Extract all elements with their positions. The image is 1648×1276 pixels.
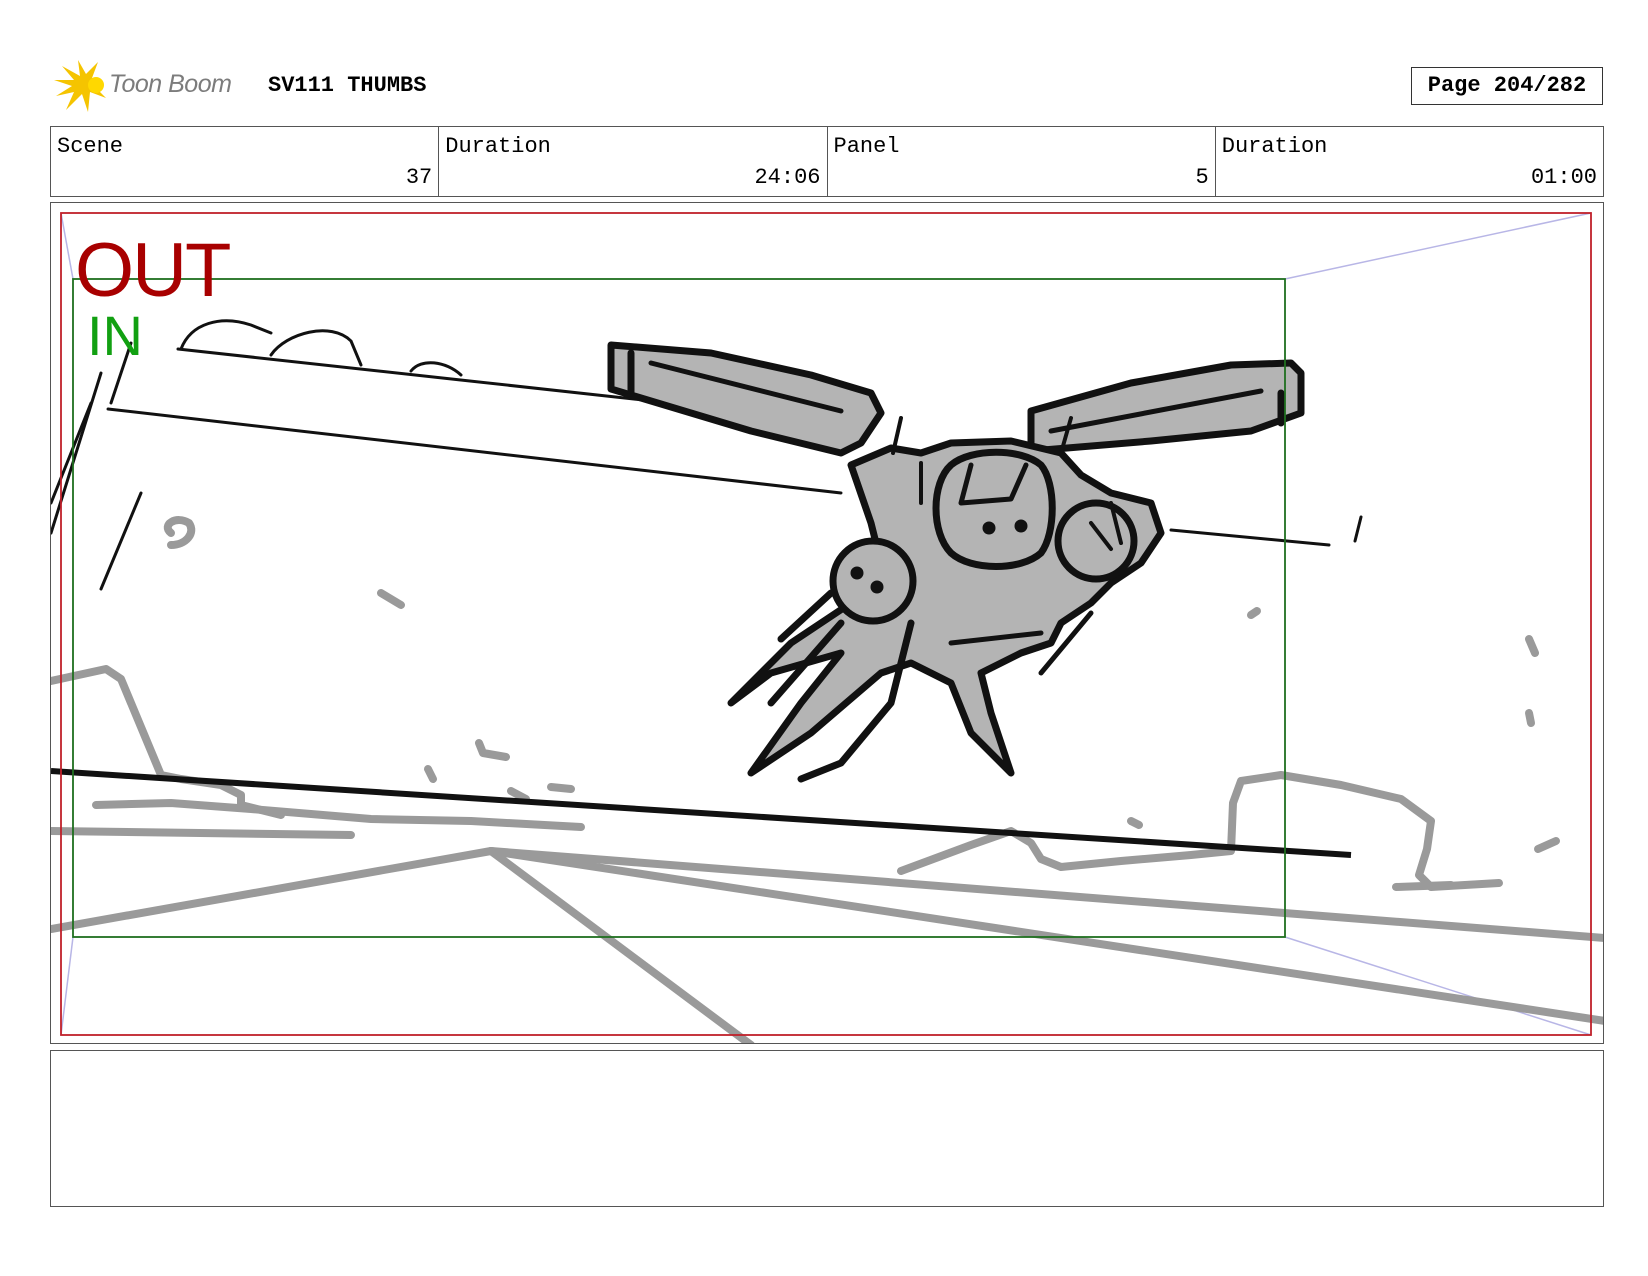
starburst-icon (54, 60, 106, 112)
panel-value: 5 (1195, 165, 1209, 190)
in-frame-label: IN (87, 304, 143, 367)
out-frame-label: OUT (75, 228, 231, 313)
scene-label: Scene (57, 134, 124, 159)
panel-duration-cell: Duration 01:00 (1216, 127, 1603, 196)
project-title: SV111 THUMBS (268, 73, 427, 98)
toon-boom-logo: Toon Boom (52, 58, 252, 114)
panel-duration-label: Duration (1221, 134, 1328, 159)
robot-drone-sketch (607, 341, 1305, 783)
scene-duration-label: Duration (445, 134, 551, 159)
panel-notes-box[interactable] (50, 1050, 1604, 1207)
ground-line (51, 768, 1352, 858)
scene-duration-value: 24:06 (754, 165, 821, 190)
storyboard-panel: OUT IN (50, 202, 1604, 1044)
scene-cell: Scene 37 (51, 127, 440, 196)
logo-text: Toon Boom (109, 70, 232, 98)
panel-cell: Panel 5 (828, 127, 1216, 196)
page-indicator: Page 204/282 (1411, 67, 1603, 105)
scene-duration-cell: Duration 24:06 (439, 127, 828, 196)
scene-info-table: Scene 37 Duration 24:06 Panel 5 Duration… (50, 126, 1604, 197)
panel-label: Panel (833, 134, 900, 159)
panel-duration-value: 01:00 (1530, 165, 1597, 190)
panel-sketch (51, 212, 1603, 1043)
scene-value: 37 (405, 165, 433, 190)
